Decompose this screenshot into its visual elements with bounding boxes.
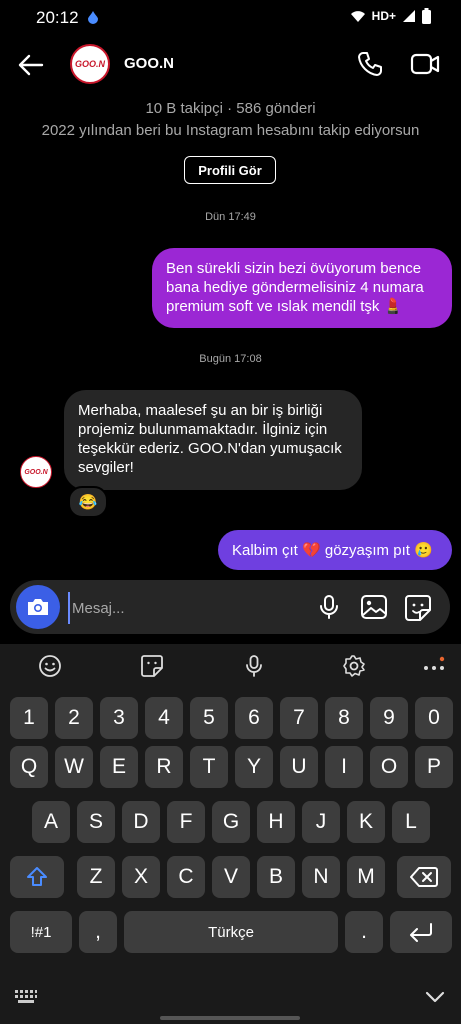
video-call-icon[interactable] bbox=[410, 50, 440, 78]
key-7[interactable]: 7 bbox=[280, 697, 318, 739]
camera-button[interactable] bbox=[16, 585, 60, 629]
key-1[interactable]: 1 bbox=[10, 697, 48, 739]
key-k[interactable]: K bbox=[347, 801, 385, 843]
microphone-icon[interactable] bbox=[316, 594, 342, 620]
contact-avatar[interactable]: GOO.N bbox=[70, 44, 110, 84]
status-time: 20:12 bbox=[36, 8, 79, 27]
key-3[interactable]: 3 bbox=[100, 697, 138, 739]
wifi-icon bbox=[350, 11, 365, 22]
timestamp: Dün 17:49 bbox=[205, 211, 256, 223]
key-e[interactable]: E bbox=[100, 746, 138, 788]
enter-icon bbox=[410, 923, 432, 942]
key-8[interactable]: 8 bbox=[325, 697, 363, 739]
backspace-key[interactable] bbox=[397, 856, 451, 898]
symbols-key[interactable]: !#1 bbox=[10, 911, 72, 953]
key-t[interactable]: T bbox=[190, 746, 228, 788]
key-2[interactable]: 2 bbox=[55, 697, 93, 739]
key-f[interactable]: F bbox=[167, 801, 205, 843]
battery-icon bbox=[422, 8, 431, 24]
navigation-handle[interactable] bbox=[160, 1016, 300, 1020]
key-z[interactable]: Z bbox=[77, 856, 115, 898]
view-profile-button[interactable]: Profili Gör bbox=[184, 156, 276, 184]
profile-stats: 10 B takipçi · 586 gönderi bbox=[145, 100, 316, 117]
outgoing-message[interactable]: Kalbim çıt 💔 gözyaşım pıt 🥲 bbox=[218, 530, 452, 570]
key-5[interactable]: 5 bbox=[190, 697, 228, 739]
space-key[interactable]: Türkçe bbox=[124, 911, 338, 953]
comma-key[interactable]: , bbox=[79, 911, 117, 953]
back-arrow-icon[interactable] bbox=[16, 50, 46, 80]
contact-name[interactable]: GOO.N bbox=[124, 55, 174, 72]
key-q[interactable]: Q bbox=[10, 746, 48, 788]
network-type: HD+ bbox=[371, 9, 396, 23]
voice-input-icon[interactable] bbox=[242, 654, 266, 678]
incoming-message[interactable]: Merhaba, maalesef şu an bir iş birliği p… bbox=[64, 390, 362, 490]
message-reaction[interactable]: 😂 bbox=[68, 486, 108, 518]
key-w[interactable]: W bbox=[55, 746, 93, 788]
key-h[interactable]: H bbox=[257, 801, 295, 843]
key-j[interactable]: J bbox=[302, 801, 340, 843]
shift-key[interactable] bbox=[10, 856, 64, 898]
signal-icon bbox=[403, 10, 415, 22]
gallery-icon[interactable] bbox=[360, 594, 388, 620]
key-u[interactable]: U bbox=[280, 746, 318, 788]
settings-gear-icon[interactable] bbox=[342, 654, 366, 678]
period-key[interactable]: . bbox=[345, 911, 383, 953]
key-n[interactable]: N bbox=[302, 856, 340, 898]
key-r[interactable]: R bbox=[145, 746, 183, 788]
hide-keyboard-icon[interactable] bbox=[424, 986, 446, 1008]
avatar-logo-text: GOO.N bbox=[74, 59, 105, 69]
keyboard-switch-icon[interactable] bbox=[14, 988, 38, 1006]
follow-info: 2022 yılından beri bu Instagram hesabını… bbox=[41, 122, 420, 139]
phone-icon[interactable] bbox=[356, 50, 384, 78]
status-indicators: HD+ bbox=[350, 8, 431, 24]
sender-avatar[interactable]: GOO.N bbox=[20, 456, 52, 488]
key-c[interactable]: C bbox=[167, 856, 205, 898]
outgoing-message[interactable]: Ben sürekli sizin bezi övüyorum bence ba… bbox=[152, 248, 452, 328]
key-9[interactable]: 9 bbox=[370, 697, 408, 739]
shift-icon bbox=[27, 867, 47, 886]
key-d[interactable]: D bbox=[122, 801, 160, 843]
key-4[interactable]: 4 bbox=[145, 697, 183, 739]
key-m[interactable]: M bbox=[347, 856, 385, 898]
timestamp: Bugün 17:08 bbox=[199, 353, 262, 365]
camera-icon bbox=[28, 599, 48, 615]
key-v[interactable]: V bbox=[212, 856, 250, 898]
key-l[interactable]: L bbox=[392, 801, 430, 843]
key-p[interactable]: P bbox=[415, 746, 453, 788]
key-x[interactable]: X bbox=[122, 856, 160, 898]
key-a[interactable]: A bbox=[32, 801, 70, 843]
sticker-icon[interactable] bbox=[404, 594, 432, 622]
key-o[interactable]: O bbox=[370, 746, 408, 788]
backspace-icon bbox=[410, 867, 438, 887]
sticker-icon[interactable] bbox=[140, 654, 164, 678]
emoji-icon[interactable] bbox=[38, 654, 62, 678]
app-notification-icon bbox=[88, 11, 98, 24]
key-g[interactable]: G bbox=[212, 801, 250, 843]
more-options-icon[interactable] bbox=[422, 654, 446, 678]
key-b[interactable]: B bbox=[257, 856, 295, 898]
enter-key[interactable] bbox=[390, 911, 452, 953]
message-input[interactable] bbox=[68, 592, 294, 624]
key-s[interactable]: S bbox=[77, 801, 115, 843]
key-i[interactable]: I bbox=[325, 746, 363, 788]
key-6[interactable]: 6 bbox=[235, 697, 273, 739]
key-0[interactable]: 0 bbox=[415, 697, 453, 739]
key-y[interactable]: Y bbox=[235, 746, 273, 788]
avatar-logo-text: GOO.N bbox=[24, 468, 48, 476]
